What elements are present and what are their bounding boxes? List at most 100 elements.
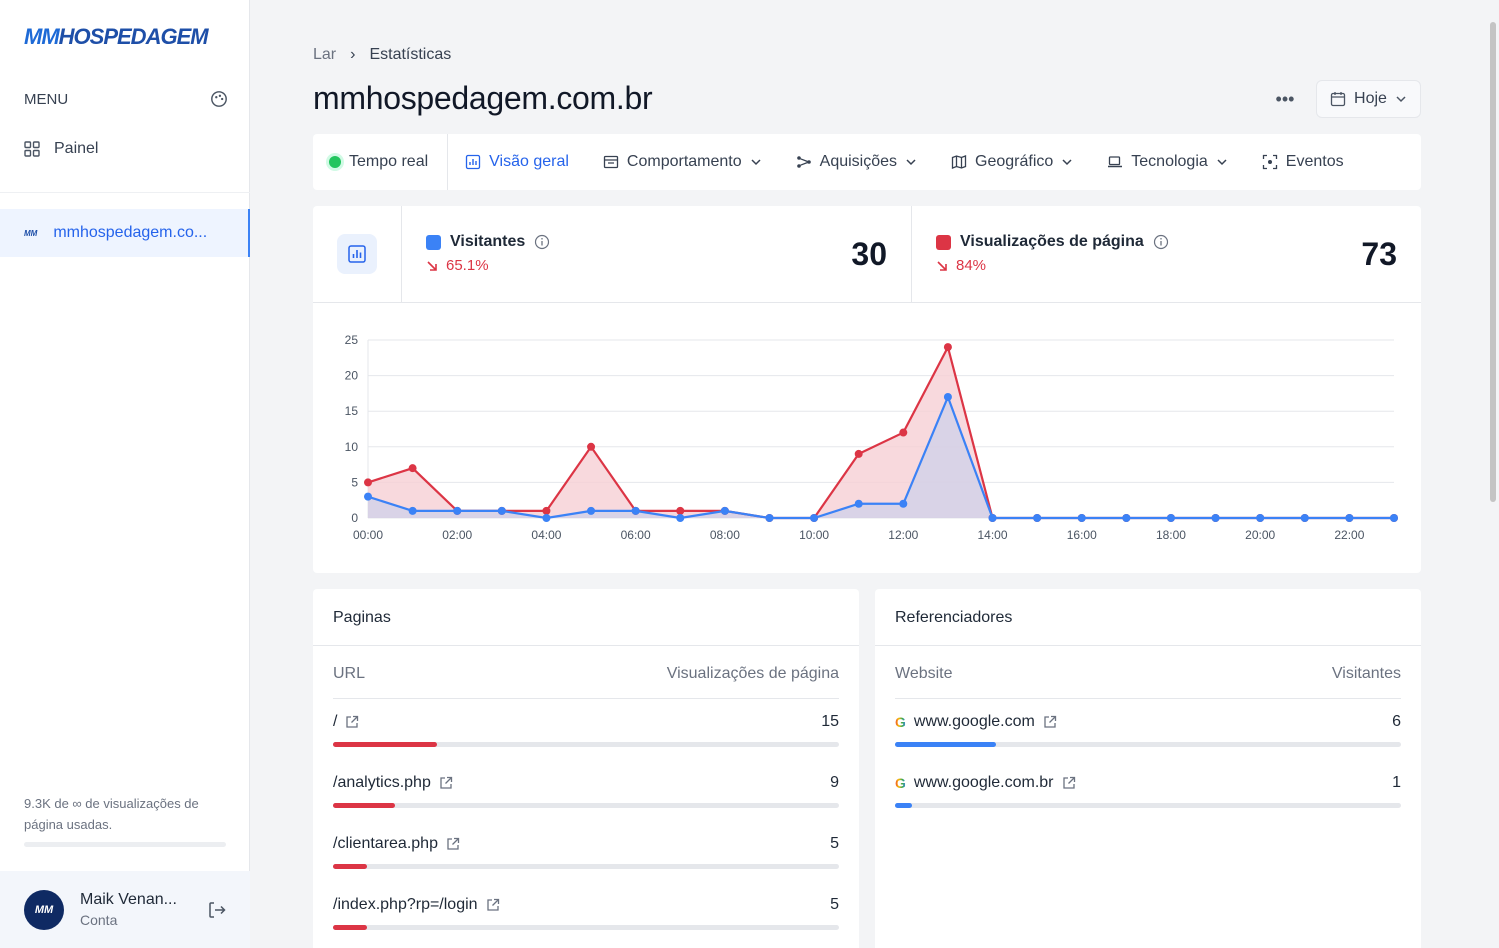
data-point xyxy=(1166,514,1175,522)
tab-bar: Tempo real Visão geral Comportamento Aqu… xyxy=(313,134,1421,190)
stat-visitors[interactable]: Visitantes 65.1% 30 xyxy=(402,206,912,302)
avatar[interactable]: MM xyxy=(24,889,64,930)
tab-aquisicoes[interactable]: Aquisições xyxy=(779,134,934,190)
sidebar-item-painel[interactable]: Painel xyxy=(24,140,98,158)
y-tick-label: 5 xyxy=(351,475,358,489)
info-icon[interactable] xyxy=(1153,234,1169,250)
referrer-label[interactable]: www.google.com.br xyxy=(914,774,1054,792)
stat-pageviews[interactable]: Visualizações de página 84% 73 xyxy=(912,206,1421,302)
scrollbar[interactable] xyxy=(1487,0,1499,948)
panel-divider xyxy=(875,645,1421,646)
grid-icon xyxy=(24,141,40,157)
referrer-label[interactable]: www.google.com xyxy=(914,713,1035,731)
breadcrumb-root[interactable]: Lar xyxy=(313,46,336,64)
date-label: Hoje xyxy=(1354,90,1387,107)
data-point xyxy=(988,514,997,522)
account-section[interactable]: MM Maik Venan... Conta xyxy=(0,871,250,948)
table-row[interactable]: / 15 xyxy=(333,713,839,763)
header-divider xyxy=(333,698,839,699)
tab-visao-geral[interactable]: Visão geral xyxy=(448,134,586,190)
scrollbar-thumb[interactable] xyxy=(1490,22,1496,502)
progress-fill xyxy=(333,864,368,869)
chevron-down-icon xyxy=(1062,159,1072,166)
devices-icon xyxy=(1108,156,1123,168)
data-point xyxy=(1077,514,1086,522)
external-link-icon[interactable] xyxy=(1043,715,1057,729)
table-row[interactable]: /clientarea.php 5 xyxy=(333,835,839,885)
series-area-0 xyxy=(368,347,1394,518)
table-row[interactable]: Gwww.google.com.br 1 xyxy=(895,774,1401,824)
tab-geografico[interactable]: Geográfico xyxy=(934,134,1090,190)
stat-label-row: Visitantes xyxy=(426,233,550,251)
page-url-value: 15 xyxy=(821,713,839,730)
sidebar-item-site[interactable]: MM mmhospedagem.co... xyxy=(0,209,250,257)
data-point xyxy=(587,442,596,451)
x-tick-label: 12:00 xyxy=(888,528,918,542)
account-name: Maik Venan... xyxy=(80,891,177,908)
header-divider xyxy=(895,698,1401,699)
data-point xyxy=(631,506,640,515)
table-row[interactable]: Gwww.google.com 6 xyxy=(895,713,1401,763)
usage-text: 9.3K de ∞ de visualizações de página usa… xyxy=(24,796,199,832)
y-tick-label: 0 xyxy=(351,511,358,525)
x-tick-label: 16:00 xyxy=(1067,528,1097,542)
data-point xyxy=(408,464,417,473)
info-icon[interactable] xyxy=(534,234,550,250)
external-link-icon[interactable] xyxy=(1062,776,1076,790)
data-point xyxy=(1345,514,1354,522)
traffic-chart[interactable]: 0 5 10 15 20 25 00:00 02:00 04:00 06:00 08:00 10:00… xyxy=(313,303,1421,573)
referrer-value: 1 xyxy=(1392,774,1401,791)
x-tick-label: 06:00 xyxy=(621,528,651,542)
data-point xyxy=(497,506,506,515)
tab-tecnologia[interactable]: Tecnologia xyxy=(1090,134,1245,190)
x-tick-label: 14:00 xyxy=(978,528,1008,542)
sidebar: MMHOSPEDAGEM MENU Painel MM mmhospedagem… xyxy=(0,0,250,948)
data-point xyxy=(765,514,774,522)
data-point xyxy=(720,506,729,515)
data-point xyxy=(899,428,908,437)
stats-card: Visitantes 65.1% 30 Visualizações de pág… xyxy=(313,206,1421,573)
stats-icon-cell xyxy=(313,206,402,302)
calendar-icon xyxy=(1330,92,1346,107)
referrer-value: 6 xyxy=(1392,713,1401,730)
column-header-url: URL xyxy=(333,665,366,682)
x-tick-label: 10:00 xyxy=(799,528,829,542)
tab-label: Aquisições xyxy=(819,153,898,170)
column-header: URL Visualizações de página xyxy=(333,665,839,683)
logout-icon[interactable] xyxy=(207,900,227,920)
date-range-select[interactable]: Hoje xyxy=(1316,80,1421,118)
chart-toggle-button[interactable] xyxy=(337,234,377,274)
tab-comportamento[interactable]: Comportamento xyxy=(586,134,779,190)
more-options-button[interactable]: ••• xyxy=(1270,84,1300,114)
arrow-down-right-icon xyxy=(937,260,947,271)
page-url-label[interactable]: / xyxy=(333,713,337,731)
table-row[interactable]: /index.php?rp=/login 5 xyxy=(333,896,839,946)
panel-title: Referenciadores xyxy=(895,609,1013,626)
data-point xyxy=(364,478,372,487)
pageviews-swatch xyxy=(936,234,951,250)
tab-eventos[interactable]: Eventos xyxy=(1245,134,1361,190)
tab-tempo-real[interactable]: Tempo real xyxy=(313,134,449,190)
page-url-label[interactable]: /index.php?rp=/login xyxy=(333,896,478,914)
palette-icon[interactable] xyxy=(210,90,228,108)
brand-logo[interactable]: MMHOSPEDAGEM xyxy=(24,24,209,50)
data-point xyxy=(1211,514,1220,522)
tab-label: Geográfico xyxy=(975,153,1054,170)
stat-label-row: Visualizações de página xyxy=(936,233,1169,251)
tab-label: Tecnologia xyxy=(1131,153,1208,170)
x-tick-label: 20:00 xyxy=(1245,528,1275,542)
chevron-down-icon xyxy=(751,159,761,166)
pageviews-value: 73 xyxy=(1361,236,1397,272)
external-link-icon[interactable] xyxy=(486,898,500,912)
chevron-down-icon xyxy=(1396,96,1406,103)
table-row[interactable]: /analytics.php 9 xyxy=(333,774,839,824)
data-point xyxy=(676,514,685,522)
y-tick-label: 20 xyxy=(345,369,359,383)
external-link-icon[interactable] xyxy=(446,837,460,851)
page-url-value: 5 xyxy=(830,835,839,852)
external-link-icon[interactable] xyxy=(439,776,453,790)
page-url-label[interactable]: /analytics.php xyxy=(333,774,431,792)
page-url-label[interactable]: /clientarea.php xyxy=(333,835,438,853)
external-link-icon[interactable] xyxy=(345,715,359,729)
window-icon xyxy=(603,155,619,169)
